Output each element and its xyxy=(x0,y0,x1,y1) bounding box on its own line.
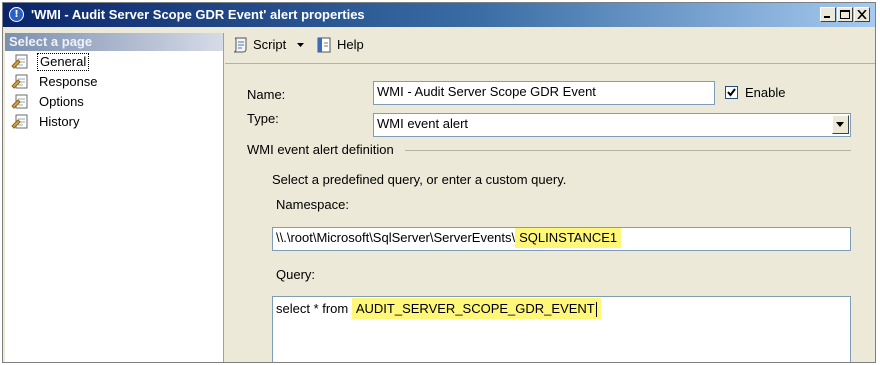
alert-icon: ! xyxy=(9,7,24,22)
query-event-text: AUDIT_SERVER_SCOPE_GDR_EVENT xyxy=(355,301,595,316)
chevron-down-icon xyxy=(297,43,304,47)
help-label: Help xyxy=(337,37,364,52)
alert-properties-window: ! 'WMI - Audit Server Scope GDR Event' a… xyxy=(2,2,876,363)
text-caret xyxy=(595,302,597,318)
enable-label: Enable xyxy=(745,85,786,100)
type-label: Type: xyxy=(247,111,279,126)
query-event-highlight: AUDIT_SERVER_SCOPE_GDR_EVENT xyxy=(351,298,601,319)
page-wrench-icon xyxy=(11,114,28,129)
query-label: Query: xyxy=(276,267,316,282)
minimize-button[interactable] xyxy=(820,7,836,22)
page-wrench-icon xyxy=(11,74,28,89)
title-bar[interactable]: ! 'WMI - Audit Server Scope GDR Event' a… xyxy=(3,3,875,27)
namespace-input[interactable]: \\.\root\Microsoft\SqlServer\ServerEvent… xyxy=(272,227,851,251)
maximize-button[interactable] xyxy=(837,7,853,22)
page-wrench-icon xyxy=(11,94,28,109)
sidebar-item-label: Response xyxy=(39,74,98,89)
query-input[interactable]: select * from AUDIT_SERVER_SCOPE_GDR_EVE… xyxy=(272,296,851,362)
sidebar-item-label: Options xyxy=(39,94,84,109)
close-button[interactable] xyxy=(854,7,870,22)
type-select-value: WMI event alert xyxy=(377,116,469,131)
close-icon xyxy=(857,10,867,19)
instruction-text: Select a predefined query, or enter a cu… xyxy=(272,172,567,187)
group-divider xyxy=(405,150,851,151)
help-icon xyxy=(317,37,331,53)
page-selector-header: Select a page xyxy=(5,33,223,51)
type-dropdown-button[interactable] xyxy=(832,115,849,134)
minimize-icon xyxy=(824,16,830,18)
sidebar-item-label: General xyxy=(37,53,90,71)
enable-checkbox[interactable] xyxy=(725,86,738,99)
page-wrench-icon xyxy=(11,54,28,69)
script-icon xyxy=(233,37,247,53)
group-title: WMI event alert definition xyxy=(247,142,394,157)
namespace-path: \\.\root\Microsoft\SqlServer\ServerEvent… xyxy=(276,230,516,245)
chevron-down-icon xyxy=(836,122,844,127)
page-selector-panel: Select a page General Response Options H… xyxy=(5,33,224,362)
maximize-icon xyxy=(840,10,850,19)
checkmark-icon xyxy=(727,88,736,97)
sidebar-item-label: History xyxy=(39,114,80,129)
window-title: 'WMI - Audit Server Scope GDR Event' ale… xyxy=(31,7,365,22)
namespace-instance-highlight: SQLINSTANCE1 xyxy=(515,228,622,248)
query-text: select * from xyxy=(276,301,352,316)
script-label: Script xyxy=(253,37,287,52)
namespace-label: Namespace: xyxy=(276,197,349,212)
name-label: Name: xyxy=(247,87,286,102)
type-select[interactable]: WMI event alert xyxy=(373,113,851,137)
name-input[interactable]: WMI - Audit Server Scope GDR Event xyxy=(373,81,715,105)
toolbar: Script Help xyxy=(225,29,875,64)
general-page: Name: WMI - Audit Server Scope GDR Event… xyxy=(225,64,875,362)
